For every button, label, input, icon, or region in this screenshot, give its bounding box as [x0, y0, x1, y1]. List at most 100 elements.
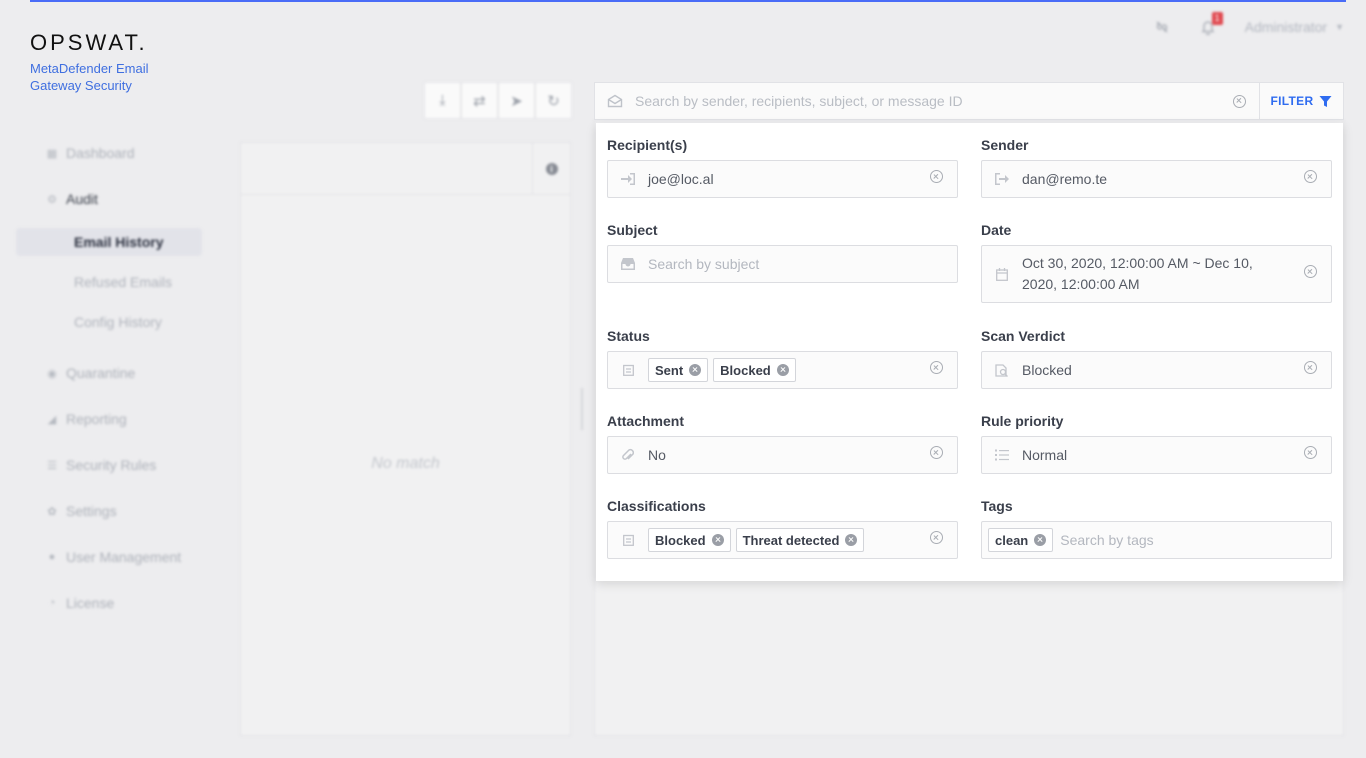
sidebar-item-reporting[interactable]: ◢ Reporting: [16, 396, 202, 442]
status-select[interactable]: Sent Blocked: [607, 351, 958, 389]
subject-input[interactable]: Search by subject: [607, 245, 958, 283]
inbox-icon: [620, 258, 636, 270]
sidebar-item-user-management[interactable]: ● User Management: [16, 534, 202, 580]
attachment-label: Attachment: [607, 413, 685, 429]
unlink-icon[interactable]: [1153, 18, 1171, 36]
scan-verdict-clear-button[interactable]: [1304, 361, 1317, 379]
status-field: Status Sent Blocked: [607, 328, 958, 389]
sidebar-subitem-config-history[interactable]: Config History: [16, 302, 202, 342]
scan-verdict-label: Scan Verdict: [981, 328, 1066, 344]
search-bar: FILTER: [594, 82, 1344, 120]
reporting-icon: ◢: [47, 413, 57, 426]
attachment-clear-button[interactable]: [930, 446, 943, 464]
gear-icon: ✿: [47, 505, 57, 518]
classification-icon: [620, 534, 636, 546]
date-clear-button[interactable]: [1304, 265, 1317, 283]
paperclip-icon: [620, 448, 636, 462]
search-input[interactable]: [635, 93, 1219, 109]
tag-label: Blocked: [720, 362, 771, 378]
refresh-icon: ↻: [547, 92, 560, 110]
download-button[interactable]: ⤓: [424, 82, 461, 119]
scan-verdict-select[interactable]: Blocked: [981, 351, 1332, 389]
info-icon: i: [545, 163, 558, 175]
brand-logo: OPSWAT. MetaDefender Email Gateway Secur…: [30, 30, 170, 94]
clear-icon: [930, 361, 943, 374]
caret-down-icon: ▼: [1335, 22, 1344, 32]
remove-tag-icon[interactable]: [845, 534, 858, 546]
tags-input[interactable]: clean Search by tags: [981, 521, 1332, 559]
recipients-input[interactable]: joe@loc.al: [607, 160, 958, 198]
rule-priority-field: Rule priority Normal: [981, 413, 1332, 474]
sidebar-item-quarantine[interactable]: ◉ Quarantine: [16, 350, 202, 396]
classification-tag: Blocked: [648, 528, 731, 552]
remove-tag-icon[interactable]: [776, 364, 789, 376]
date-value: Oct 30, 2020, 12:00:00 AM ~ Dec 10, 2020…: [1022, 255, 1253, 292]
subject-placeholder: Search by subject: [648, 255, 760, 272]
user-menu[interactable]: Administrator ▼: [1245, 19, 1344, 35]
classifications-clear-button[interactable]: [930, 531, 943, 549]
sidebar-item-settings[interactable]: ✿ Settings: [16, 488, 202, 534]
date-range-picker[interactable]: Oct 30, 2020, 12:00:00 AM ~ Dec 10, 2020…: [981, 245, 1332, 303]
sidebar-subitem-email-history[interactable]: Email History: [16, 228, 202, 256]
attachment-field: Attachment No: [607, 413, 958, 474]
recipients-value: joe@loc.al: [648, 170, 714, 187]
product-name: MetaDefender Email Gateway Security: [30, 61, 149, 93]
refresh-button[interactable]: ↻: [535, 82, 572, 119]
user-name: Administrator: [1244, 19, 1328, 35]
audit-icon: ⚙: [47, 193, 57, 206]
tags-search-placeholder: Search by tags: [1060, 532, 1154, 548]
sidebar-item-label: Reporting: [66, 411, 127, 427]
status-clear-button[interactable]: [930, 361, 943, 379]
remove-tag-icon[interactable]: [711, 534, 724, 546]
empty-state-text: No match: [371, 455, 440, 472]
sidebar-subitem-refused-emails[interactable]: Refused Emails: [16, 262, 202, 302]
clear-icon: [930, 531, 943, 544]
list-icon: [994, 449, 1010, 461]
scan-icon: [994, 363, 1010, 377]
attachment-select[interactable]: No: [607, 436, 958, 474]
notification-badge: 1: [1211, 12, 1223, 25]
rule-priority-select[interactable]: Normal: [981, 436, 1332, 474]
license-icon: ◔: [48, 597, 56, 609]
user-icon: ●: [48, 551, 56, 563]
panel-splitter[interactable]: [581, 388, 583, 430]
retweet-button[interactable]: ⇄: [461, 82, 498, 119]
dashboard-icon: ▦: [46, 147, 58, 160]
recipients-field: Recipient(s) joe@loc.al: [607, 137, 958, 198]
clear-icon: [930, 170, 943, 183]
tag-chip: clean: [988, 528, 1054, 552]
send-button[interactable]: ➤: [498, 82, 535, 119]
sidebar-item-dashboard[interactable]: ▦ Dashboard: [16, 130, 202, 176]
sender-input[interactable]: dan@remo.te: [981, 160, 1332, 198]
retry-icon: ⇄: [473, 92, 486, 110]
date-label: Date: [981, 222, 1012, 238]
security-rules-icon: ☰: [47, 459, 57, 472]
sender-clear-button[interactable]: [1304, 170, 1317, 188]
tag-label: Sent: [655, 362, 684, 378]
recipients-clear-button[interactable]: [930, 170, 943, 188]
sign-out-icon: [994, 173, 1010, 185]
sidebar-item-audit[interactable]: ⚙ Audit: [16, 176, 202, 222]
calendar-icon: [994, 267, 1010, 281]
sidebar-item-security-rules[interactable]: ☰ Security Rules: [16, 442, 202, 488]
sidebar-item-license[interactable]: ◔ License: [16, 580, 202, 626]
filter-button[interactable]: FILTER: [1259, 83, 1343, 119]
download-icon: ⤓: [439, 92, 446, 109]
rule-priority-clear-button[interactable]: [1304, 446, 1317, 464]
classifications-select[interactable]: Blocked Threat detected: [607, 521, 958, 559]
header-actions: 1 Administrator ▼: [1153, 12, 1344, 36]
sidebar-item-label: User Management: [66, 549, 182, 565]
sender-value: dan@remo.te: [1022, 170, 1108, 187]
status-tag: Blocked: [713, 358, 796, 382]
rule-priority-label: Rule priority: [981, 413, 1064, 429]
bell-icon[interactable]: 1: [1199, 12, 1223, 36]
subject-label: Subject: [607, 222, 658, 238]
remove-tag-icon[interactable]: [689, 364, 702, 376]
filter-panel: Recipient(s) joe@loc.al Sender dan@remo.…: [596, 123, 1343, 581]
recipients-label: Recipient(s): [607, 137, 688, 153]
search-clear-button[interactable]: [1219, 94, 1259, 108]
info-button[interactable]: i: [532, 143, 570, 195]
logo-wordmark: OPSWAT.: [30, 30, 148, 55]
remove-tag-icon[interactable]: [1034, 534, 1047, 546]
sidebar-item-label: Audit: [66, 191, 98, 207]
